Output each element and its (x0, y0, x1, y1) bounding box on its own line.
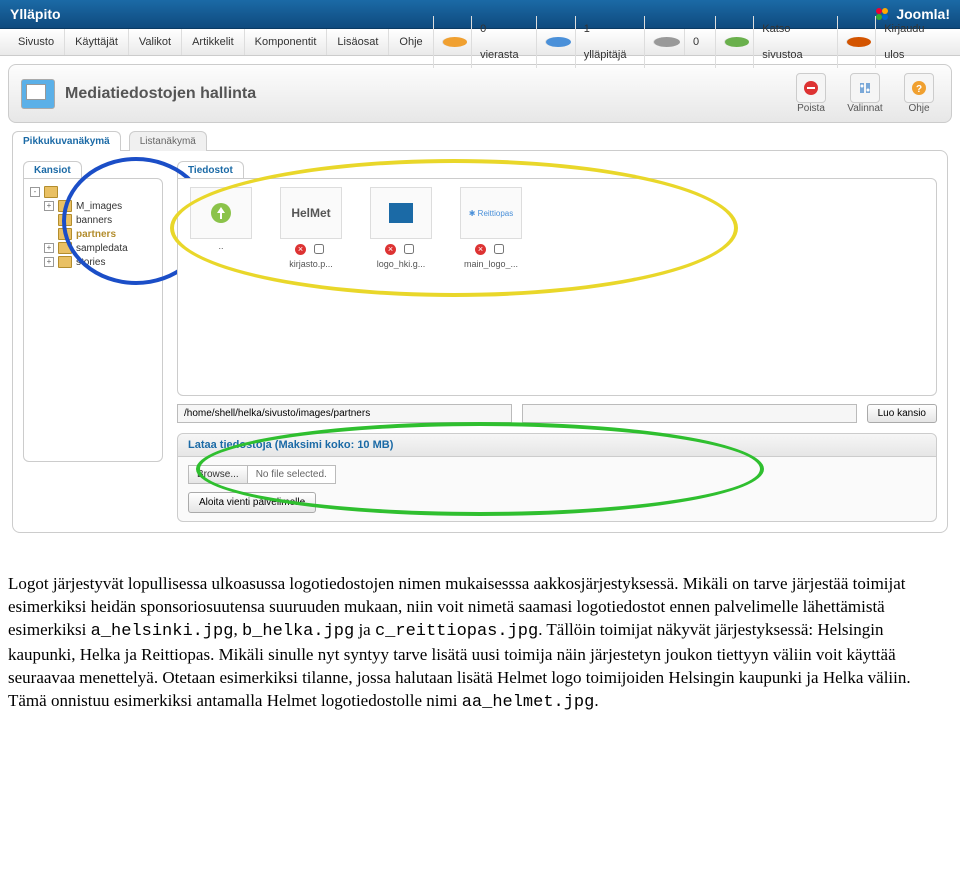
files-tab: Tiedostot (177, 161, 244, 179)
tree-item-mimages[interactable]: +M_images (44, 199, 156, 213)
menu-left: Sivusto Käyttäjät Valikot Artikkelit Kom… (8, 29, 433, 55)
page-title: Mediatiedostojen hallinta (65, 85, 256, 103)
upload-panel: Lataa tiedostoja (Maksimi koko: 10 MB) B… (177, 433, 937, 522)
file-checkbox[interactable] (494, 244, 504, 254)
path-row: Luo kansio (177, 404, 937, 423)
media-manager-icon (21, 79, 55, 109)
description-paragraph: Logot järjestyvät lopullisessa ulkoasuss… (8, 573, 952, 715)
joomla-logo-icon (874, 6, 890, 22)
file-tile-mainlogo[interactable]: ✱ Reittiopas × main_logo_... (456, 187, 526, 387)
svg-text:?: ? (916, 84, 922, 95)
menu-artikkelit[interactable]: Artikkelit (182, 29, 245, 55)
folder-icon (58, 200, 72, 212)
view-icon (724, 37, 749, 47)
options-icon (850, 73, 880, 103)
folder-icon (58, 228, 72, 240)
tab-list-view[interactable]: Listanäkymä (129, 131, 207, 151)
code-a-helsinki: a_helsinki.jpg (91, 622, 234, 641)
delete-file-icon[interactable]: × (475, 244, 486, 255)
menu-ohje[interactable]: Ohje (389, 29, 432, 55)
tree-item-banners[interactable]: banners (44, 213, 156, 227)
status-messages[interactable]: 0 (644, 16, 715, 68)
admin-title: Ylläpito (10, 6, 61, 22)
folder-icon (58, 242, 72, 254)
admin-icon (545, 37, 571, 47)
files-column: Tiedostot .. HelMet × kirjasto.p... (177, 161, 937, 522)
thumb-helsinki (370, 187, 432, 239)
page-title-wrap: Mediatiedostojen hallinta (21, 79, 256, 109)
folders-tab: Kansiot (23, 161, 82, 179)
upload-title: Lataa tiedostoja (Maksimi koko: 10 MB) (178, 434, 936, 457)
code-b-helka: b_helka.jpg (242, 622, 354, 641)
help-icon: ? (904, 73, 934, 103)
files-box-wrap: .. HelMet × kirjasto.p... × logo_hki.g..… (177, 178, 937, 396)
status-guests[interactable]: 0 vierasta (433, 16, 537, 68)
menu-right: 0 vierasta 1 ylläpitäjä 0 Katso sivustoa… (433, 16, 952, 68)
start-upload-button[interactable]: Aloita vienti palvelimelle (188, 492, 316, 513)
toolbar-delete-button[interactable]: Poista (791, 73, 831, 114)
view-site-link[interactable]: Katso sivustoa (715, 16, 837, 68)
file-label: kirjasto.p... (289, 259, 333, 269)
new-folder-input[interactable] (522, 404, 857, 423)
code-aa-helmet: aa_helmet.jpg (462, 693, 595, 712)
file-tile-kirjasto[interactable]: HelMet × kirjasto.p... (276, 187, 346, 387)
media-panel: Kansiot - +M_images banners partners +sa… (12, 150, 948, 533)
expand-icon[interactable]: + (44, 201, 54, 211)
delete-icon (796, 73, 826, 103)
mail-icon (653, 37, 680, 47)
folder-tree: - +M_images banners partners +sampledata… (23, 178, 163, 462)
delete-file-icon[interactable]: × (295, 244, 306, 255)
user-icon (442, 37, 467, 47)
toolbar-help-button[interactable]: ? Ohje (899, 73, 939, 114)
logout-link[interactable]: Kirjaudu ulos (837, 16, 952, 68)
folder-icon (58, 256, 72, 268)
toolbar: Poista Valinnat ? Ohje (791, 73, 939, 114)
file-label: .. (218, 241, 223, 251)
file-label: main_logo_... (464, 259, 518, 269)
file-label: logo_hki.g... (377, 259, 426, 269)
file-checkbox[interactable] (404, 244, 414, 254)
toolbar-options-button[interactable]: Valinnat (845, 73, 885, 114)
tree-item-partners[interactable]: partners (44, 227, 156, 241)
tree-root[interactable]: - (30, 185, 156, 199)
browse-button[interactable]: Browse... (189, 466, 248, 483)
menu-sivusto[interactable]: Sivusto (8, 29, 65, 55)
status-admins[interactable]: 1 ylläpitäjä (536, 16, 644, 68)
delete-file-icon[interactable]: × (385, 244, 396, 255)
folder-icon (58, 214, 72, 226)
thumb-helmet: HelMet (280, 187, 342, 239)
page-header: Mediatiedostojen hallinta Poista Valinna… (8, 64, 952, 123)
menu-kayttajat[interactable]: Käyttäjät (65, 29, 129, 55)
thumb-reittiopas: ✱ Reittiopas (460, 187, 522, 239)
up-arrow-icon (190, 187, 252, 239)
expand-icon[interactable]: + (44, 243, 54, 253)
file-tile-logohki[interactable]: × logo_hki.g... (366, 187, 436, 387)
folder-icon (44, 186, 58, 198)
menu-komponentit[interactable]: Komponentit (245, 29, 328, 55)
file-chooser[interactable]: Browse... No file selected. (188, 465, 336, 484)
file-checkbox[interactable] (314, 244, 324, 254)
tree-item-sampledata[interactable]: +sampledata (44, 241, 156, 255)
no-file-label: No file selected. (248, 466, 335, 483)
menu-lisaosat[interactable]: Lisäosat (327, 29, 389, 55)
expand-icon[interactable]: + (44, 257, 54, 267)
code-c-reittiopas: c_reittiopas.jpg (375, 622, 538, 641)
create-folder-button[interactable]: Luo kansio (867, 404, 937, 423)
collapse-icon[interactable]: - (30, 187, 40, 197)
menu-valikot[interactable]: Valikot (129, 29, 182, 55)
path-input[interactable] (177, 404, 512, 423)
logout-icon (846, 37, 871, 47)
tab-thumbnail-view[interactable]: Pikkukuvanäkymä (12, 131, 121, 151)
tree-item-stories[interactable]: +stories (44, 255, 156, 269)
main-menubar: Sivusto Käyttäjät Valikot Artikkelit Kom… (0, 29, 960, 56)
file-tile-up[interactable]: .. (186, 187, 256, 387)
folders-column: Kansiot - +M_images banners partners +sa… (23, 161, 163, 522)
view-tabs: Pikkukuvanäkymä Listanäkymä (12, 131, 948, 151)
